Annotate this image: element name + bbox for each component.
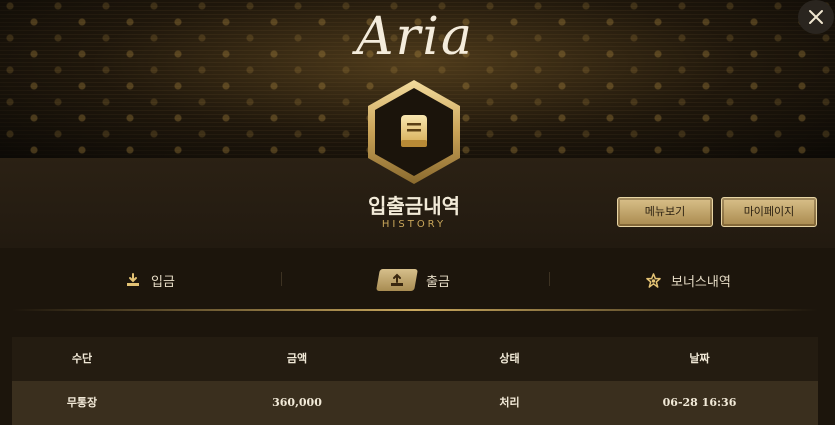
star-icon [645, 272, 661, 288]
page-subtitle: HISTORY [381, 219, 447, 230]
tab-divider [549, 272, 550, 286]
cell-method: 무통장 [66, 396, 98, 409]
column-header-amount: 금액 [286, 352, 308, 365]
column-header-status: 상태 [499, 352, 520, 365]
tab-divider [281, 272, 282, 286]
cell-status: 처리 [499, 396, 520, 409]
mypage-button[interactable]: 마이페이지 [721, 197, 817, 227]
page-title: 입출금내역 [368, 194, 460, 218]
close-icon [809, 10, 823, 24]
menu-button[interactable]: 메뉴보기 [617, 197, 713, 227]
book-icon [401, 115, 427, 147]
brand-logo: Aria [355, 7, 475, 67]
history-badge [368, 80, 460, 184]
tab-withdraw-label: 출금 [426, 274, 450, 290]
tab-bonus-label: 보너스내역 [671, 274, 731, 290]
cell-date: 06-28 16:36 [662, 396, 737, 409]
tab-withdraw[interactable]: 출금 [376, 266, 450, 294]
column-header-method: 수단 [71, 352, 93, 365]
cell-amount: 360,000 [272, 396, 322, 409]
upload-icon [376, 269, 418, 291]
download-icon [125, 272, 141, 288]
close-button[interactable] [798, 0, 834, 34]
tab-deposit-label: 입금 [151, 274, 175, 290]
column-header-date: 날짜 [689, 352, 710, 365]
history-table: 수단 금액 상태 날짜 무통장 360,000 처리 06-28 16:36 [12, 337, 818, 425]
tab-deposit[interactable]: 입금 [125, 266, 175, 294]
table-row: 무통장 360,000 처리 06-28 16:36 [12, 381, 818, 425]
table-header: 수단 금액 상태 날짜 [12, 337, 818, 381]
tab-underline [12, 309, 818, 311]
tab-bonus[interactable]: 보너스내역 [645, 266, 731, 294]
